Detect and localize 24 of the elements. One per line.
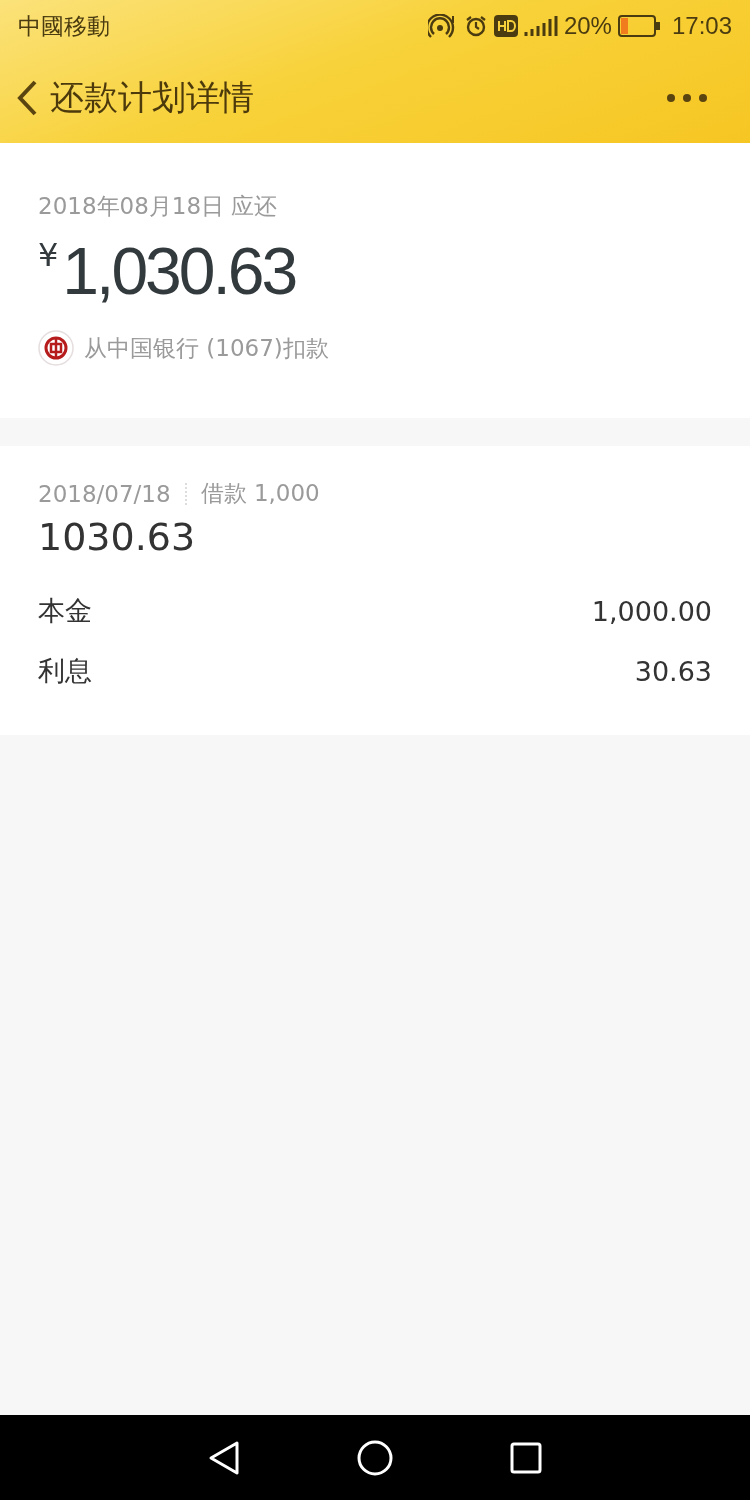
recents-square-icon[interactable] bbox=[509, 1441, 542, 1474]
page-title: 还款计划详情 bbox=[50, 75, 254, 119]
plan-date: 2018/07/18 bbox=[38, 480, 171, 507]
hd-icon bbox=[493, 15, 518, 37]
battery-percent: 20% bbox=[563, 12, 612, 40]
home-circle-icon[interactable] bbox=[357, 1439, 393, 1476]
currency-sign: ¥ bbox=[38, 236, 59, 274]
row-label: 利息 bbox=[38, 654, 92, 688]
row-value: 1,000.00 bbox=[591, 595, 712, 627]
loan-amount: 借款 1,000 bbox=[200, 479, 320, 508]
row-label: 本金 bbox=[38, 594, 92, 628]
back-triangle-icon[interactable] bbox=[208, 1439, 241, 1476]
more-icon[interactable] bbox=[666, 92, 708, 103]
due-amount: 1,030.63 bbox=[62, 233, 296, 310]
bank-logo-icon bbox=[38, 330, 74, 366]
plan-total: 1030.63 bbox=[38, 515, 197, 559]
carrier-name: 中國移動 bbox=[18, 11, 110, 41]
signal-icon bbox=[523, 14, 558, 38]
due-date: 2018年08月18日 应还 bbox=[38, 192, 279, 221]
bank-text: 从中国银行 (1067)扣款 bbox=[84, 333, 329, 363]
clock: 17:03 bbox=[671, 12, 732, 40]
battery-icon bbox=[617, 15, 660, 37]
row-value: 30.63 bbox=[634, 655, 712, 687]
back-icon[interactable] bbox=[16, 79, 38, 116]
